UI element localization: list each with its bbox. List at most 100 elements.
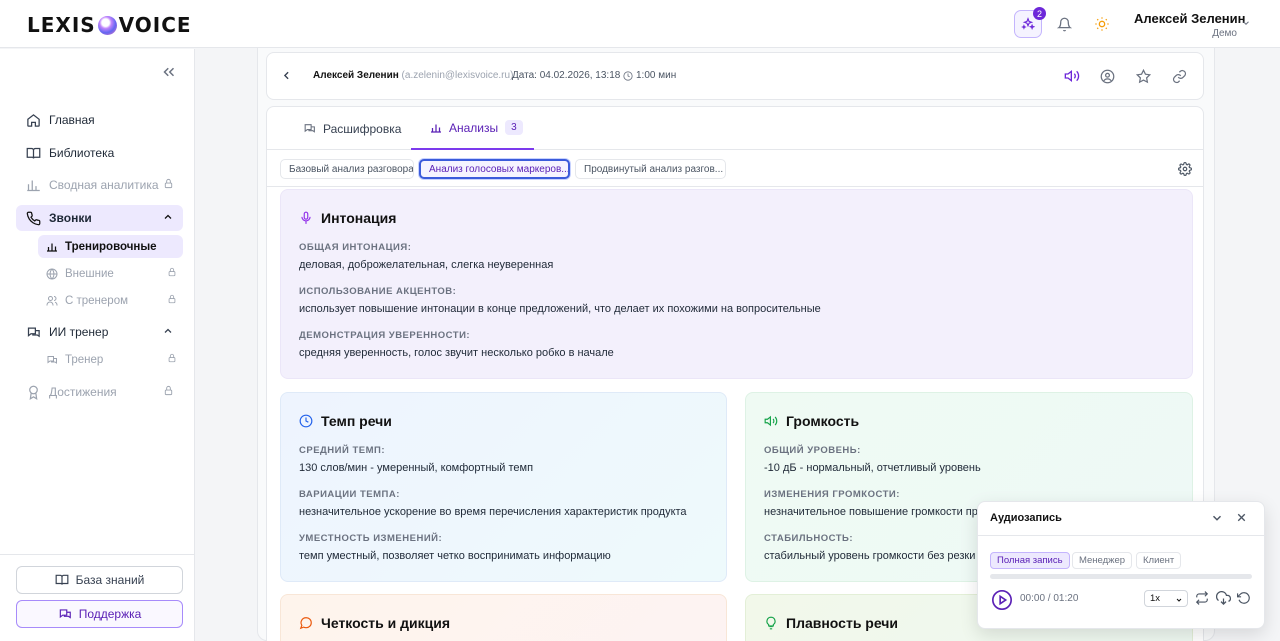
app-logo[interactable]: LEXIS VOICE: [27, 13, 192, 37]
home-icon: [25, 112, 41, 128]
audio-title: Аудиозапись: [990, 512, 1062, 524]
sidebar-subitem-label: Тренировочные: [65, 240, 157, 253]
audio-chip-client[interactable]: Клиент: [1136, 552, 1182, 569]
chevron-down-icon[interactable]: [1210, 511, 1224, 525]
subtab-basic-analysis[interactable]: Базовый анализ разговора: [280, 159, 414, 179]
field-value: -10 дБ - нормальный, отчетливый уровень: [764, 462, 981, 474]
knowledge-base-label: База знаний: [75, 573, 145, 587]
chat-icon: [303, 122, 316, 135]
link-icon: [1172, 69, 1186, 83]
sidebar-item-calls[interactable]: Звонки: [16, 205, 183, 231]
tab-label: Расшифровка: [323, 121, 402, 136]
call-duration-text: 1:00 мин: [636, 70, 677, 81]
clock-icon: [623, 70, 633, 81]
copy-link-button[interactable]: [1170, 67, 1188, 85]
chevron-up-icon: [164, 328, 172, 333]
sidebar-item-label: Библиотека: [49, 146, 115, 160]
play-icon[interactable]: [991, 589, 1013, 611]
favorite-button[interactable]: [1134, 67, 1152, 85]
audio-time: 00:00 / 01:20: [1020, 593, 1079, 604]
cloud-download-icon: [1215, 590, 1231, 605]
call-user-name-text: Алексей Зеленин: [313, 70, 399, 81]
bar-chart-icon: [45, 240, 59, 254]
speaker-icon: [1064, 69, 1080, 83]
sidebar-item-label: Звонки: [49, 211, 92, 225]
sidebar-item-library[interactable]: Библиотека: [16, 140, 183, 166]
subtab-advanced-analysis[interactable]: Продвинутый анализ разгов...: [575, 159, 726, 179]
close-icon[interactable]: [1235, 511, 1248, 524]
lock-icon: [168, 294, 176, 304]
users-icon: [45, 294, 59, 308]
panel-title-text: Громкость: [786, 413, 860, 429]
audio-progress-track[interactable]: [990, 574, 1252, 579]
back-arrow-icon[interactable]: [280, 69, 293, 82]
user-name[interactable]: Алексей Зеленин: [1134, 11, 1246, 26]
user-menu-chevron-down-icon[interactable]: [1241, 18, 1251, 28]
sidebar-item-home[interactable]: Главная: [16, 107, 183, 133]
tab-transcript[interactable]: Расшифровка: [303, 107, 401, 150]
lock-icon: [164, 385, 173, 396]
rotate-ccw-icon: [1237, 592, 1250, 604]
support-label: Поддержка: [78, 607, 142, 621]
sidebar-subitem-label: Тренер: [65, 353, 104, 366]
audio-player-widget: Аудиозапись Полная запись Менеджер Клиен…: [977, 501, 1266, 629]
intonation-panel: Интонация Общая интонация: деловая, добр…: [280, 189, 1193, 379]
gear-icon[interactable]: [1178, 162, 1192, 176]
chat-icon: [25, 324, 41, 340]
sidebar-item-ai-coach[interactable]: ИИ тренер: [16, 319, 183, 345]
call-user-name: Алексей Зеленин (a.zelenin@lexisvoice.ru…: [313, 70, 513, 81]
audio-chip-manager[interactable]: Менеджер: [1072, 552, 1133, 569]
download-button[interactable]: [1215, 590, 1231, 606]
globe-icon: [45, 267, 59, 281]
tabs: Расшифровка Анализы 3: [267, 107, 1203, 150]
panel-title: Интонация: [299, 210, 396, 226]
clarity-panel: Четкость и дикция: [280, 594, 727, 641]
lightbulb-icon: [764, 616, 778, 630]
profile-button[interactable]: [1098, 67, 1116, 85]
field-label: Средний темп:: [299, 445, 386, 456]
sidebar-item-label: Достижения: [49, 385, 117, 399]
audio-chip-full[interactable]: Полная запись: [990, 552, 1070, 569]
sun-icon: [1095, 17, 1109, 31]
chart-icon: [25, 177, 41, 193]
field-value: средняя уверенность, голос звучит нескол…: [299, 347, 614, 359]
audio-toggle-button[interactable]: [1063, 67, 1081, 85]
reset-button[interactable]: [1236, 590, 1252, 606]
sparkle-icon: [1021, 17, 1035, 31]
loop-button[interactable]: [1194, 590, 1210, 606]
award-icon: [25, 384, 41, 400]
call-date: Дата: 04.02.2026, 13:18: [512, 70, 621, 81]
sidebar-item-label: Главная: [49, 113, 95, 127]
chat-icon: [58, 607, 72, 621]
theme-toggle-button[interactable]: [1088, 10, 1116, 38]
sidebar-subitem-label: С тренером: [65, 294, 129, 307]
lock-icon: [164, 178, 173, 189]
chevron-up-icon: [164, 214, 172, 219]
chat-icon: [45, 353, 59, 367]
playback-speed-select[interactable]: 1x: [1144, 590, 1188, 607]
support-button[interactable]: Поддержка: [16, 600, 183, 628]
sidebar-item-label: ИИ тренер: [49, 325, 109, 339]
sidebar-subitem-training[interactable]: Тренировочные: [38, 235, 183, 258]
field-label: Демонстрация уверенности:: [299, 330, 471, 341]
microphone-icon: [299, 211, 313, 225]
sidebar-subitem-with-coach[interactable]: С тренером: [38, 289, 183, 312]
field-label: Использование акцентов:: [299, 286, 457, 297]
call-header: Алексей Зеленин (a.zelenin@lexisvoice.ru…: [266, 52, 1204, 100]
sidebar-item-achievements[interactable]: Достижения: [16, 379, 183, 405]
subtab-voice-markers[interactable]: Анализ голосовых маркеров...: [419, 159, 570, 179]
field-label: Изменения громкости:: [764, 489, 900, 500]
collapse-sidebar-icon[interactable]: [160, 63, 178, 81]
sidebar-subitem-external[interactable]: Внешние: [38, 262, 183, 285]
sidebar-divider: [0, 554, 194, 555]
panel-title: Плавность речи: [764, 615, 898, 631]
field-label: Общая интонация:: [299, 242, 412, 253]
sidebar-item-analytics[interactable]: Сводная аналитика: [16, 172, 183, 198]
clock-icon: [299, 414, 313, 428]
analysis-subtabs: Базовый анализ разговора Анализ голосовы…: [267, 151, 1203, 187]
tab-analyses[interactable]: Анализы 3: [411, 107, 534, 150]
notifications-button[interactable]: [1050, 10, 1078, 38]
knowledge-base-button[interactable]: База знаний: [16, 566, 183, 594]
ai-sparkle-button[interactable]: 2: [1014, 7, 1046, 38]
sidebar-subitem-trainer[interactable]: Тренер: [38, 348, 183, 371]
